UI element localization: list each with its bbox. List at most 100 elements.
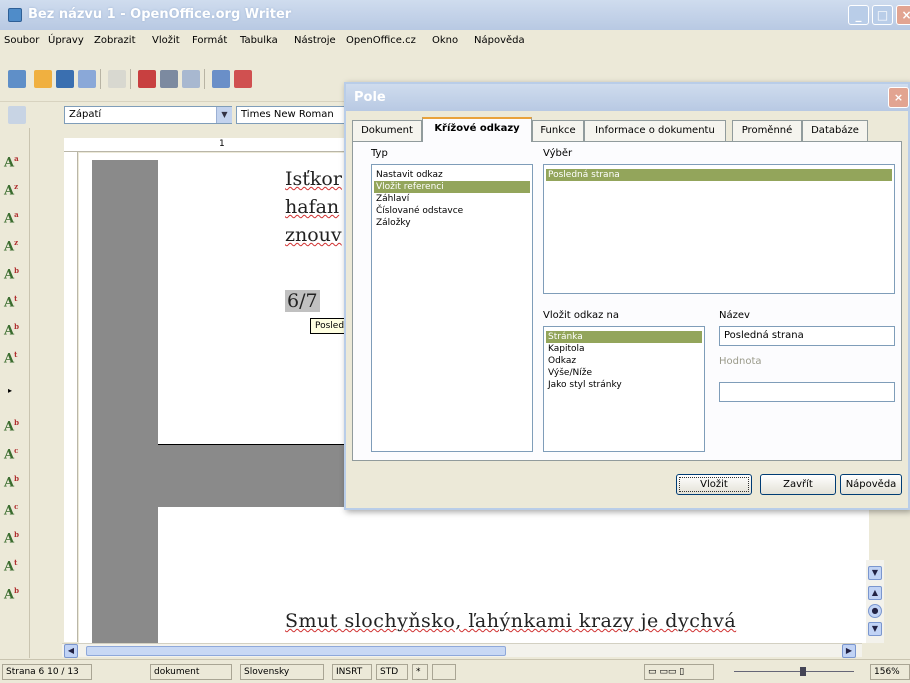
next-page-icon[interactable]: ▼ bbox=[868, 622, 882, 636]
field-tool-icon[interactable]: Aa bbox=[4, 154, 26, 174]
list-item-selected[interactable]: Stránka bbox=[546, 331, 702, 343]
autospellcheck-icon[interactable] bbox=[234, 70, 252, 88]
status-signature[interactable] bbox=[432, 664, 456, 680]
menu-vlozit[interactable]: Vložit bbox=[152, 35, 180, 46]
page-number-field[interactable]: 6/7 bbox=[285, 290, 320, 312]
vertical-ruler[interactable] bbox=[64, 152, 78, 642]
field-tool-icon[interactable]: Ab bbox=[4, 266, 26, 286]
list-item-selected[interactable]: Vložit referenci bbox=[374, 181, 530, 193]
font-name-combo[interactable]: Times New Roman bbox=[236, 106, 346, 124]
field-tool-icon[interactable]: Ab bbox=[4, 530, 26, 550]
email-icon[interactable] bbox=[78, 70, 96, 88]
list-item[interactable]: Odkaz bbox=[546, 355, 702, 367]
type-listbox[interactable]: Nastavit odkaz Vložit referenci Záhlaví … bbox=[371, 164, 533, 452]
view-layout-icon[interactable]: ▭ ▭▭ ▯ bbox=[644, 664, 714, 680]
maximize-button[interactable]: □ bbox=[872, 5, 893, 25]
field-tool-icon[interactable]: Ab bbox=[4, 322, 26, 342]
insert-button[interactable]: Vložit bbox=[676, 474, 752, 495]
status-zoom[interactable]: 156% bbox=[870, 664, 910, 680]
list-item[interactable]: Výše/Níže bbox=[546, 367, 702, 379]
ruler-mark: 1 bbox=[219, 139, 225, 149]
close-button[interactable]: Zavřít bbox=[760, 474, 836, 495]
field-tool-icon[interactable]: Az bbox=[4, 182, 26, 202]
page-gap bbox=[158, 445, 354, 507]
list-item[interactable]: Záložky bbox=[374, 217, 530, 229]
insert-reference-listbox[interactable]: Stránka Kapitola Odkaz Výše/Níže Jako st… bbox=[543, 326, 705, 452]
expand-arrow-icon[interactable]: ▸ bbox=[8, 386, 12, 395]
field-tool-icon[interactable]: At bbox=[4, 558, 26, 578]
selection-listbox[interactable]: Posledná strana bbox=[543, 164, 895, 294]
edit-file-icon[interactable] bbox=[108, 70, 126, 88]
spellcheck-icon[interactable] bbox=[212, 70, 230, 88]
list-item[interactable]: Záhlaví bbox=[374, 193, 530, 205]
list-item[interactable]: Kapitola bbox=[546, 343, 702, 355]
field-tool-icon[interactable]: Az bbox=[4, 238, 26, 258]
scroll-right-icon[interactable]: ▶ bbox=[842, 644, 856, 658]
print-icon[interactable] bbox=[160, 70, 178, 88]
page-preview-icon[interactable] bbox=[182, 70, 200, 88]
menu-upravy[interactable]: Úpravy bbox=[48, 35, 84, 46]
tab-informace-o-dokumentu[interactable]: Informace o dokumentu bbox=[584, 120, 726, 141]
field-tool-icon[interactable]: Ab bbox=[4, 418, 26, 438]
field-tool-icon[interactable]: Ab bbox=[4, 586, 26, 606]
tab-krizove-odkazy[interactable]: Křížové odkazy bbox=[422, 117, 532, 142]
menu-nastroje[interactable]: Nástroje bbox=[294, 35, 336, 46]
status-page[interactable]: Strana 6 10 / 13 bbox=[2, 664, 92, 680]
tab-dokument[interactable]: Dokument bbox=[352, 120, 422, 141]
chevron-down-icon[interactable]: ▼ bbox=[216, 107, 232, 123]
field-tool-icon[interactable]: At bbox=[4, 350, 26, 370]
help-button[interactable]: Nápověda bbox=[840, 474, 902, 495]
styles-icon[interactable] bbox=[8, 106, 26, 124]
tab-databaze[interactable]: Databáze bbox=[802, 120, 868, 141]
menu-tabulka[interactable]: Tabulka bbox=[240, 35, 278, 46]
value-field[interactable] bbox=[719, 382, 895, 402]
name-label: Název bbox=[719, 310, 750, 321]
horizontal-scrollbar[interactable]: ◀ ▶ bbox=[62, 643, 862, 658]
menu-soubor[interactable]: Soubor bbox=[4, 35, 39, 46]
horizontal-ruler[interactable]: 1 bbox=[64, 138, 364, 152]
close-window-button[interactable]: × bbox=[896, 5, 910, 25]
scroll-thumb[interactable] bbox=[86, 646, 506, 656]
export-pdf-icon[interactable] bbox=[138, 70, 156, 88]
navigator-icon[interactable]: ● bbox=[868, 604, 882, 618]
menu-zobrazit[interactable]: Zobrazit bbox=[94, 35, 136, 46]
name-field[interactable]: Posledná strana bbox=[719, 326, 895, 346]
tab-funkce[interactable]: Funkce bbox=[532, 120, 584, 141]
new-document-icon[interactable] bbox=[8, 70, 26, 88]
menu-napoveda[interactable]: Nápověda bbox=[474, 35, 525, 46]
field-tool-icon[interactable]: At bbox=[4, 294, 26, 314]
list-item[interactable]: Jako styl stránky bbox=[546, 379, 702, 391]
document-text-line[interactable]: Isťkor bbox=[285, 168, 342, 190]
status-selection-mode[interactable]: STD bbox=[376, 664, 408, 680]
dialog-close-icon[interactable]: × bbox=[888, 87, 909, 108]
status-language[interactable]: Slovensky bbox=[240, 664, 324, 680]
paragraph-style-combo[interactable]: Zápatí bbox=[64, 106, 232, 124]
scroll-down-icon[interactable]: ▼ bbox=[868, 566, 882, 580]
scroll-left-icon[interactable]: ◀ bbox=[64, 644, 78, 658]
menu-openoffice-cz[interactable]: OpenOffice.cz bbox=[346, 35, 416, 46]
save-icon[interactable] bbox=[56, 70, 74, 88]
status-insert-mode[interactable]: INSRT bbox=[332, 664, 372, 680]
list-item-selected[interactable]: Posledná strana bbox=[546, 169, 892, 181]
menu-format[interactable]: Formát bbox=[192, 35, 227, 46]
zoom-slider[interactable] bbox=[724, 667, 864, 677]
menu-okno[interactable]: Okno bbox=[432, 35, 458, 46]
writer-app-icon bbox=[8, 8, 22, 22]
document-text-line[interactable]: znouv bbox=[285, 224, 342, 246]
tab-promenne[interactable]: Proměnné bbox=[732, 120, 802, 141]
document-text-line[interactable]: hafan bbox=[285, 196, 339, 218]
field-tool-icon[interactable]: Ac bbox=[4, 502, 26, 522]
field-tool-icon[interactable]: Ab bbox=[4, 474, 26, 494]
list-item[interactable]: Číslované odstavce bbox=[374, 205, 530, 217]
field-tool-icon[interactable]: Ac bbox=[4, 446, 26, 466]
toolbar-separator bbox=[204, 69, 205, 89]
status-page-style[interactable]: dokument bbox=[150, 664, 232, 680]
document-bottom-line[interactable]: Smut slochyňsko, ľahýnkami krazy je dych… bbox=[285, 610, 736, 632]
open-folder-icon[interactable] bbox=[34, 70, 52, 88]
dialog-title-bar[interactable]: Pole bbox=[346, 84, 908, 111]
list-item[interactable]: Nastavit odkaz bbox=[374, 169, 530, 181]
vertical-scrollbar[interactable]: ▼ ▲ ● ▼ bbox=[866, 560, 884, 643]
field-tool-icon[interactable]: Aa bbox=[4, 210, 26, 230]
previous-page-icon[interactable]: ▲ bbox=[868, 586, 882, 600]
minimize-button[interactable]: _ bbox=[848, 5, 869, 25]
